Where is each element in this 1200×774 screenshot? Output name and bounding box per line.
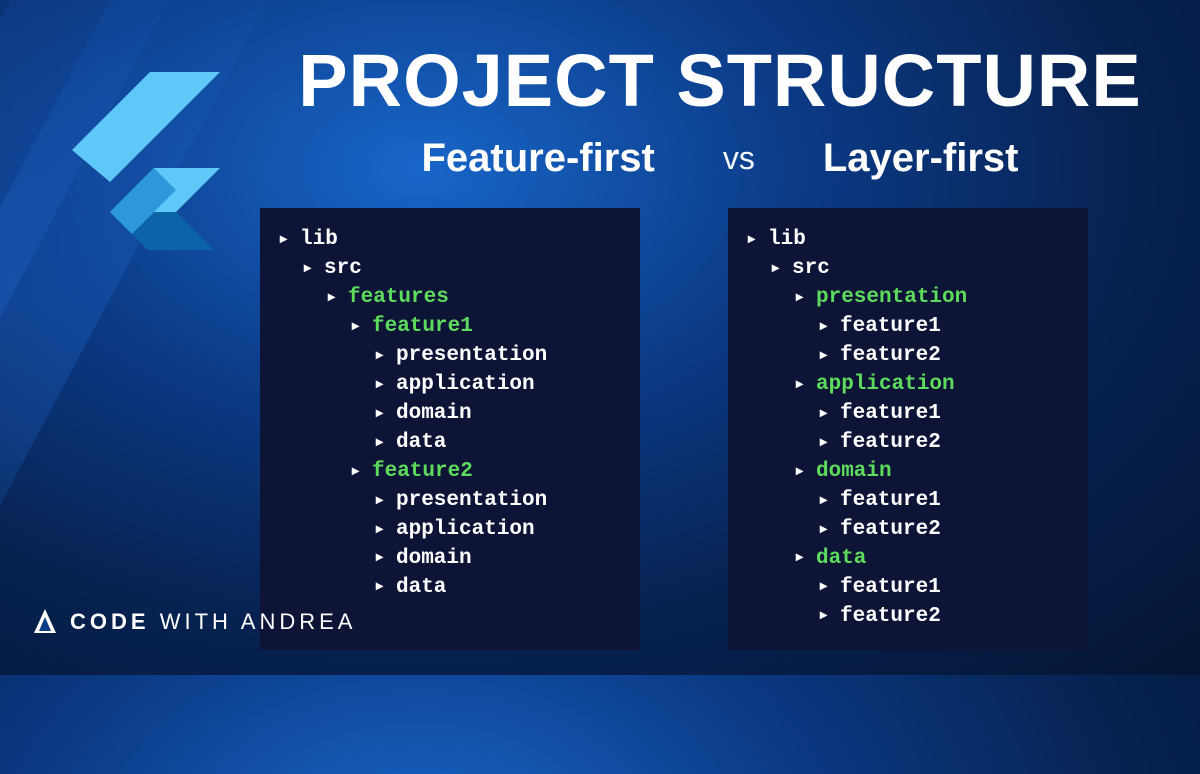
tree-item: ▸ presentation <box>280 342 606 371</box>
tree-label: data <box>396 574 446 603</box>
layer-first-panel: ▸lib▸src▸presentation▸feature1▸feature2▸… <box>728 208 1088 650</box>
subtitle-vs: vs <box>723 140 755 177</box>
tree-label: feature1 <box>372 313 473 342</box>
subtitle-left: Feature-first <box>421 136 654 181</box>
tree-label: data <box>396 429 446 458</box>
tree-item: ▸ data <box>280 429 606 458</box>
chevron-right-icon: ▸ <box>820 492 834 511</box>
tree-label: lib <box>768 226 806 255</box>
panels-container: ▸lib▸src▸features▸feature1▸presentation▸… <box>260 208 1088 650</box>
chevron-right-icon: ▸ <box>376 347 390 366</box>
chevron-right-icon: ▸ <box>772 260 786 279</box>
chevron-right-icon: ▸ <box>820 318 834 337</box>
tree-item: ▸ data <box>748 545 1054 574</box>
chevron-right-icon: ▸ <box>820 347 834 366</box>
tree-item: ▸ feature2 <box>748 516 1054 545</box>
tree-label: application <box>816 371 955 400</box>
tree-label: src <box>324 255 362 284</box>
tree-item: ▸ lib <box>748 226 1054 255</box>
chevron-right-icon: ▸ <box>820 578 834 597</box>
tree-item: ▸ src <box>748 255 1054 284</box>
brand-logo-icon <box>32 607 58 637</box>
footer-code: CODE <box>70 609 150 634</box>
chevron-right-icon: ▸ <box>796 289 810 308</box>
tree-label: feature1 <box>840 574 941 603</box>
chevron-right-icon: ▸ <box>796 463 810 482</box>
chevron-right-icon: ▸ <box>820 607 834 626</box>
tree-label: presentation <box>396 487 547 516</box>
tree-label: application <box>396 371 535 400</box>
tree-label: data <box>816 545 866 574</box>
chevron-right-icon: ▸ <box>376 492 390 511</box>
tree-item: ▸ lib <box>280 226 606 255</box>
chevron-right-icon: ▸ <box>352 463 366 482</box>
tree-item: ▸ feature2 <box>748 603 1054 632</box>
tree-label: features <box>348 284 449 313</box>
chevron-right-icon: ▸ <box>820 434 834 453</box>
chevron-right-icon: ▸ <box>376 521 390 540</box>
chevron-right-icon: ▸ <box>376 405 390 424</box>
chevron-right-icon: ▸ <box>820 521 834 540</box>
tree-item: ▸ presentation <box>280 487 606 516</box>
chevron-right-icon: ▸ <box>376 549 390 568</box>
chevron-right-icon: ▸ <box>304 260 318 279</box>
tree-item: ▸ presentation <box>748 284 1054 313</box>
page-title: PROJECT STRUCTURE <box>260 38 1180 123</box>
tree-label: feature2 <box>372 458 473 487</box>
tree-item: ▸ domain <box>280 545 606 574</box>
tree-label: domain <box>396 400 472 429</box>
tree-item: ▸ application <box>280 371 606 400</box>
tree-label: feature2 <box>840 342 941 371</box>
tree-item: ▸ domain <box>280 400 606 429</box>
tree-label: feature1 <box>840 487 941 516</box>
footer-andrea: ANDREA <box>241 609 357 634</box>
tree-label: feature1 <box>840 313 941 342</box>
subtitle-row: Feature-first vs Layer-first <box>260 136 1180 181</box>
brand-footer: CODE WITH ANDREA <box>32 607 356 637</box>
tree-item: ▸ feature2 <box>280 458 606 487</box>
tree-label: lib <box>300 226 338 255</box>
chevron-right-icon: ▸ <box>748 231 762 250</box>
tree-label: application <box>396 516 535 545</box>
flutter-logo-icon <box>40 40 220 250</box>
chevron-right-icon: ▸ <box>280 231 294 250</box>
chevron-right-icon: ▸ <box>376 376 390 395</box>
tree-item: ▸ application <box>748 371 1054 400</box>
chevron-right-icon: ▸ <box>376 578 390 597</box>
chevron-right-icon: ▸ <box>328 289 342 308</box>
tree-label: feature1 <box>840 400 941 429</box>
tree-label: src <box>792 255 830 284</box>
chevron-right-icon: ▸ <box>796 376 810 395</box>
tree-label: presentation <box>816 284 967 313</box>
tree-item: ▸ feature1 <box>748 574 1054 603</box>
chevron-right-icon: ▸ <box>376 434 390 453</box>
tree-item: ▸ domain <box>748 458 1054 487</box>
tree-item: ▸ feature1 <box>748 313 1054 342</box>
tree-item: ▸ feature2 <box>748 342 1054 371</box>
tree-item: ▸ feature1 <box>748 487 1054 516</box>
tree-label: feature2 <box>840 603 941 632</box>
feature-first-panel: ▸lib▸src▸features▸feature1▸presentation▸… <box>260 208 640 650</box>
tree-label: presentation <box>396 342 547 371</box>
tree-item: ▸ src <box>280 255 606 284</box>
tree-label: domain <box>396 545 472 574</box>
tree-item: ▸ feature2 <box>748 429 1054 458</box>
tree-label: feature2 <box>840 429 941 458</box>
chevron-right-icon: ▸ <box>796 549 810 568</box>
tree-item: ▸ features <box>280 284 606 313</box>
tree-item: ▸ feature1 <box>748 400 1054 429</box>
tree-item: ▸ application <box>280 516 606 545</box>
tree-label: feature2 <box>840 516 941 545</box>
tree-item: ▸ feature1 <box>280 313 606 342</box>
tree-label: domain <box>816 458 892 487</box>
subtitle-right: Layer-first <box>823 136 1019 181</box>
tree-item: ▸ data <box>280 574 606 603</box>
chevron-right-icon: ▸ <box>352 318 366 337</box>
footer-with: WITH <box>160 609 232 634</box>
chevron-right-icon: ▸ <box>820 405 834 424</box>
